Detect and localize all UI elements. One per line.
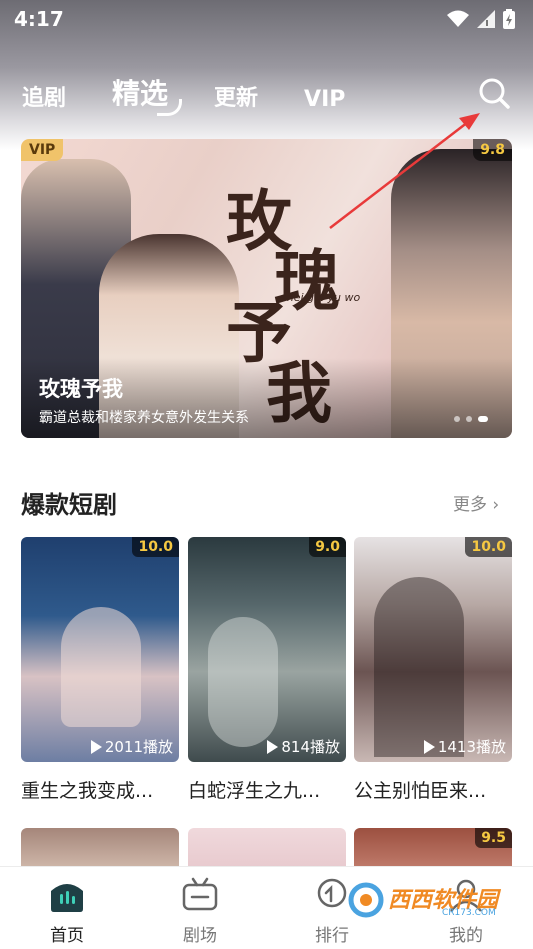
drama-card[interactable]: 9.0 814播放 白蛇浮生之九... [188,537,346,803]
drama-card[interactable]: 10.0 1413播放 公主别怕臣来... [354,537,512,803]
nav-label: 排行 [315,926,349,946]
card-score: 9.5 [475,828,512,848]
nav-label: 剧场 [183,926,217,946]
card-score: 10.0 [132,537,179,557]
card-poster: 10.0 2011播放 [21,537,179,762]
featured-banner[interactable]: 玫 瑰 予 我 mei gui yu wo VIP 9.8 玫瑰予我 霸道总裁和… [21,139,512,438]
card-title: 公主别怕臣来... [354,780,487,802]
card-score: 10.0 [465,537,512,557]
search-icon [479,78,510,109]
top-tab-bar: 追剧 精选 更新 VIP [22,72,391,116]
signal-icon [477,10,495,28]
search-button[interactable] [478,77,510,109]
tab-featured[interactable]: 精选 [112,72,183,116]
site-watermark: 西西软件园 CR173.COM [346,878,526,922]
banner-dot [454,416,460,422]
banner-dot [466,416,472,422]
card-title: 白蛇浮生之九... [188,780,321,802]
banner-dot-active [478,416,488,422]
banner-pinyin: mei gui yu wo [283,291,361,304]
nav-label: 首页 [50,926,84,946]
banner-pagination [454,416,488,422]
card-poster: 10.0 1413播放 [354,537,512,762]
play-icon [90,739,102,754]
banner-title: 玫瑰予我 [39,377,123,401]
tab-updates[interactable]: 更新 [214,80,258,112]
watermark-logo [348,882,384,918]
tab-vip[interactable]: VIP [304,87,345,112]
home-icon [51,884,83,912]
battery-charging-icon [503,9,515,29]
card-plays: 1413播放 [423,736,506,757]
nav-theater[interactable]: 剧场 [160,877,240,946]
banner-subtitle: 霸道总裁和楼家养女意外发生关系 [39,410,249,426]
card-plays: 814播放 [267,736,340,757]
drama-card[interactable]: 10.0 2011播放 重生之我变成... [21,537,179,803]
tab-follow[interactable]: 追剧 [22,80,66,112]
status-bar: 4:17 [0,0,533,38]
tv-icon [182,877,218,911]
nav-label: 我的 [449,926,483,946]
wifi-icon [447,10,469,27]
more-link[interactable]: 更多 › [453,490,499,515]
section-title: 爆款短剧 [21,491,117,519]
status-icons [447,9,515,29]
nav-home[interactable]: 首页 [27,877,107,946]
play-icon [267,739,279,754]
watermark-sub: CR173.COM [442,908,496,918]
banner-score-badge: 9.8 [473,139,512,161]
vip-badge: VIP [21,139,64,161]
card-plays: 2011播放 [90,736,173,757]
card-poster: 9.0 814播放 [188,537,346,762]
card-title: 重生之我变成... [21,780,154,802]
status-time: 4:17 [14,7,64,31]
card-score: 9.0 [309,537,346,557]
play-icon [423,739,435,754]
